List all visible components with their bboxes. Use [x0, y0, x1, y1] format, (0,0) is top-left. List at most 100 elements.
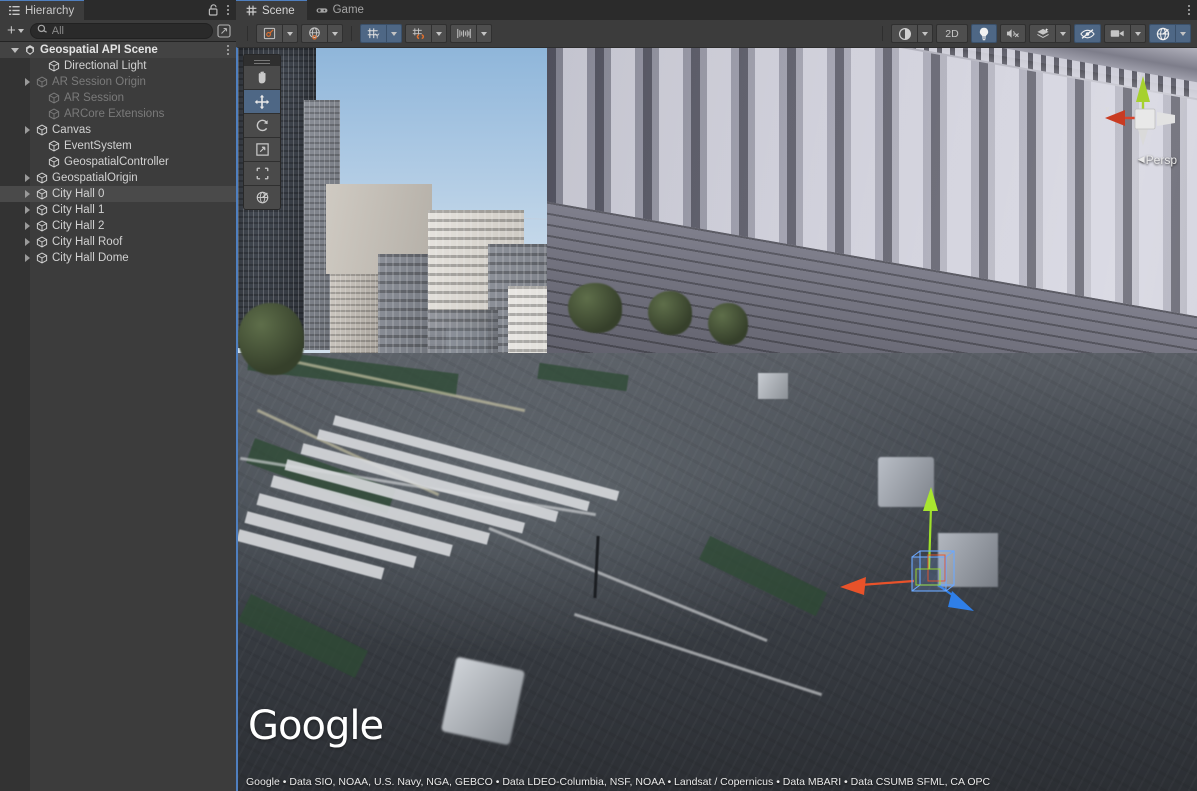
gizmo-projection-label[interactable]: ◀Persp	[1138, 153, 1177, 167]
chevron-right-icon[interactable]	[20, 254, 34, 262]
hierarchy-row-ar-session[interactable]: AR Session	[0, 90, 236, 106]
chevron-right-icon[interactable]	[20, 126, 34, 134]
toolbar-separator-3	[882, 26, 883, 41]
hierarchy-row-geospatialcontroller[interactable]: GeospatialController	[0, 154, 236, 170]
tab-scene[interactable]: Scene	[236, 0, 307, 20]
expand-window-icon[interactable]	[217, 24, 231, 38]
transform-move-gizmo[interactable]	[828, 473, 998, 633]
2d-toggle[interactable]: 2D	[936, 24, 968, 43]
plus-icon: +	[7, 25, 16, 37]
gizmo-axis-x	[860, 581, 914, 585]
toolbar-separator	[247, 26, 248, 41]
search-input[interactable]	[52, 25, 206, 37]
grid-size-slider[interactable]	[450, 24, 476, 43]
hierarchy-tabbar-actions	[208, 0, 236, 20]
scene-lighting-toggle[interactable]	[971, 24, 997, 43]
tab-game[interactable]: Game	[307, 0, 376, 20]
hierarchy-search[interactable]	[30, 23, 213, 39]
gizmo-center-cube	[1135, 109, 1155, 129]
hierarchy-row-arcore-extensions[interactable]: ARCore Extensions	[0, 106, 236, 122]
chevron-right-icon[interactable]	[20, 174, 34, 182]
grid-axis-dropdown-arrow[interactable]	[386, 24, 402, 43]
gameobject-icon	[34, 76, 50, 88]
rotate-tool[interactable]	[244, 113, 280, 137]
scene-tabbar: Scene Game	[236, 0, 1197, 20]
chevron-right-icon[interactable]	[20, 206, 34, 214]
grid-size-group	[450, 24, 492, 43]
chevron-right-icon[interactable]	[20, 78, 34, 86]
view-tool[interactable]	[244, 65, 280, 89]
chevron-down-icon[interactable]	[8, 48, 22, 53]
hierarchy-row-label: City Hall 1	[50, 204, 104, 216]
unity-editor-window: Hierarchy +	[0, 0, 1197, 791]
hierarchy-icon	[8, 5, 20, 17]
foliage	[238, 303, 304, 375]
hierarchy-row-city-hall-0[interactable]: City Hall 0	[0, 186, 236, 202]
scene-grid-icon	[245, 5, 257, 17]
transform-tool[interactable]	[244, 185, 280, 209]
gizmos-dropdown-arrow[interactable]	[1175, 24, 1191, 43]
gizmo-arrow-x	[840, 577, 866, 595]
hierarchy-row-label: Canvas	[50, 124, 91, 136]
grid-snap-dropdown-arrow[interactable]	[431, 24, 447, 43]
grid-snap-group	[405, 24, 447, 43]
fx-dropdown-arrow[interactable]	[1055, 24, 1071, 43]
move-tool[interactable]	[244, 89, 280, 113]
hierarchy-row-label: EventSystem	[62, 140, 132, 152]
gizmo-x-label: x	[1105, 104, 1110, 114]
scale-tool[interactable]	[244, 137, 280, 161]
handle-space-dropdown-arrow[interactable]	[327, 24, 343, 43]
rect-transform-tool[interactable]	[244, 161, 280, 185]
chevron-right-icon[interactable]	[20, 238, 34, 246]
hierarchy-tree[interactable]: Geospatial API SceneDirectional Light AR …	[0, 42, 236, 791]
handle-space-toggle[interactable]	[301, 24, 327, 43]
gizmos-toggle[interactable]	[1149, 24, 1175, 43]
hierarchy-row-label: ARCore Extensions	[62, 108, 164, 120]
hierarchy-panel: Hierarchy +	[0, 0, 236, 791]
chevron-right-icon[interactable]	[20, 190, 34, 198]
hierarchy-row-city-hall-roof[interactable]: City Hall Roof	[0, 234, 236, 250]
grid-snap-toggle[interactable]	[405, 24, 431, 43]
gizmo-arrow-z	[948, 591, 974, 611]
add-gameobject-button[interactable]: +	[5, 25, 26, 37]
pivot-toggle[interactable]	[256, 24, 282, 43]
fx-dropdown[interactable]	[1029, 24, 1055, 43]
tab-hierarchy[interactable]: Hierarchy	[0, 0, 84, 20]
hierarchy-row-city-hall-1[interactable]: City Hall 1	[0, 202, 236, 218]
hierarchy-row-canvas[interactable]: Canvas	[0, 122, 236, 138]
pivot-dropdown-arrow[interactable]	[282, 24, 298, 43]
lock-icon[interactable]	[208, 4, 219, 16]
camera-group	[1104, 24, 1146, 43]
tool-palette-drag-handle[interactable]	[244, 55, 280, 65]
hierarchy-row-label: AR Session Origin	[50, 76, 146, 88]
scene-audio-toggle[interactable]	[1000, 24, 1026, 43]
hierarchy-row-ar-session-origin[interactable]: AR Session Origin	[0, 74, 236, 90]
camera-settings[interactable]	[1104, 24, 1130, 43]
handle-space-group	[301, 24, 343, 43]
scene-tool-palette	[243, 54, 281, 210]
gameobject-icon	[46, 156, 62, 168]
hierarchy-row-city-hall-dome[interactable]: City Hall Dome	[0, 250, 236, 266]
scene-visibility-toggle[interactable]	[1074, 24, 1101, 43]
draw-mode-dropdown[interactable]	[891, 24, 917, 43]
draw-mode-group	[891, 24, 933, 43]
chevron-right-icon[interactable]	[20, 222, 34, 230]
gameobject-icon	[34, 236, 50, 248]
draw-mode-dropdown-arrow[interactable]	[917, 24, 933, 43]
hierarchy-row-eventsystem[interactable]: EventSystem	[0, 138, 236, 154]
scene-viewport[interactable]: y x ◀Persp	[236, 47, 1197, 791]
hierarchy-row-label: GeospatialOrigin	[50, 172, 138, 184]
scene-kebab-menu-icon[interactable]	[1188, 5, 1190, 15]
kebab-menu-icon[interactable]	[227, 5, 229, 15]
gamepad-icon	[316, 4, 328, 16]
camera-dropdown-arrow[interactable]	[1130, 24, 1146, 43]
grid-size-dropdown-arrow[interactable]	[476, 24, 492, 43]
hierarchy-row-geospatialorigin[interactable]: GeospatialOrigin	[0, 170, 236, 186]
hierarchy-row-geospatial-api-scene[interactable]: Geospatial API Scene	[0, 42, 236, 58]
grid-axis-toggle[interactable]: Y	[360, 24, 386, 43]
gameobject-icon	[46, 140, 62, 152]
scene-orientation-gizmo[interactable]: y x ◀Persp	[1097, 68, 1183, 168]
scene-row-kebab-menu-icon[interactable]	[227, 45, 236, 55]
hierarchy-row-directional-light[interactable]: Directional Light	[0, 58, 236, 74]
hierarchy-row-city-hall-2[interactable]: City Hall 2	[0, 218, 236, 234]
